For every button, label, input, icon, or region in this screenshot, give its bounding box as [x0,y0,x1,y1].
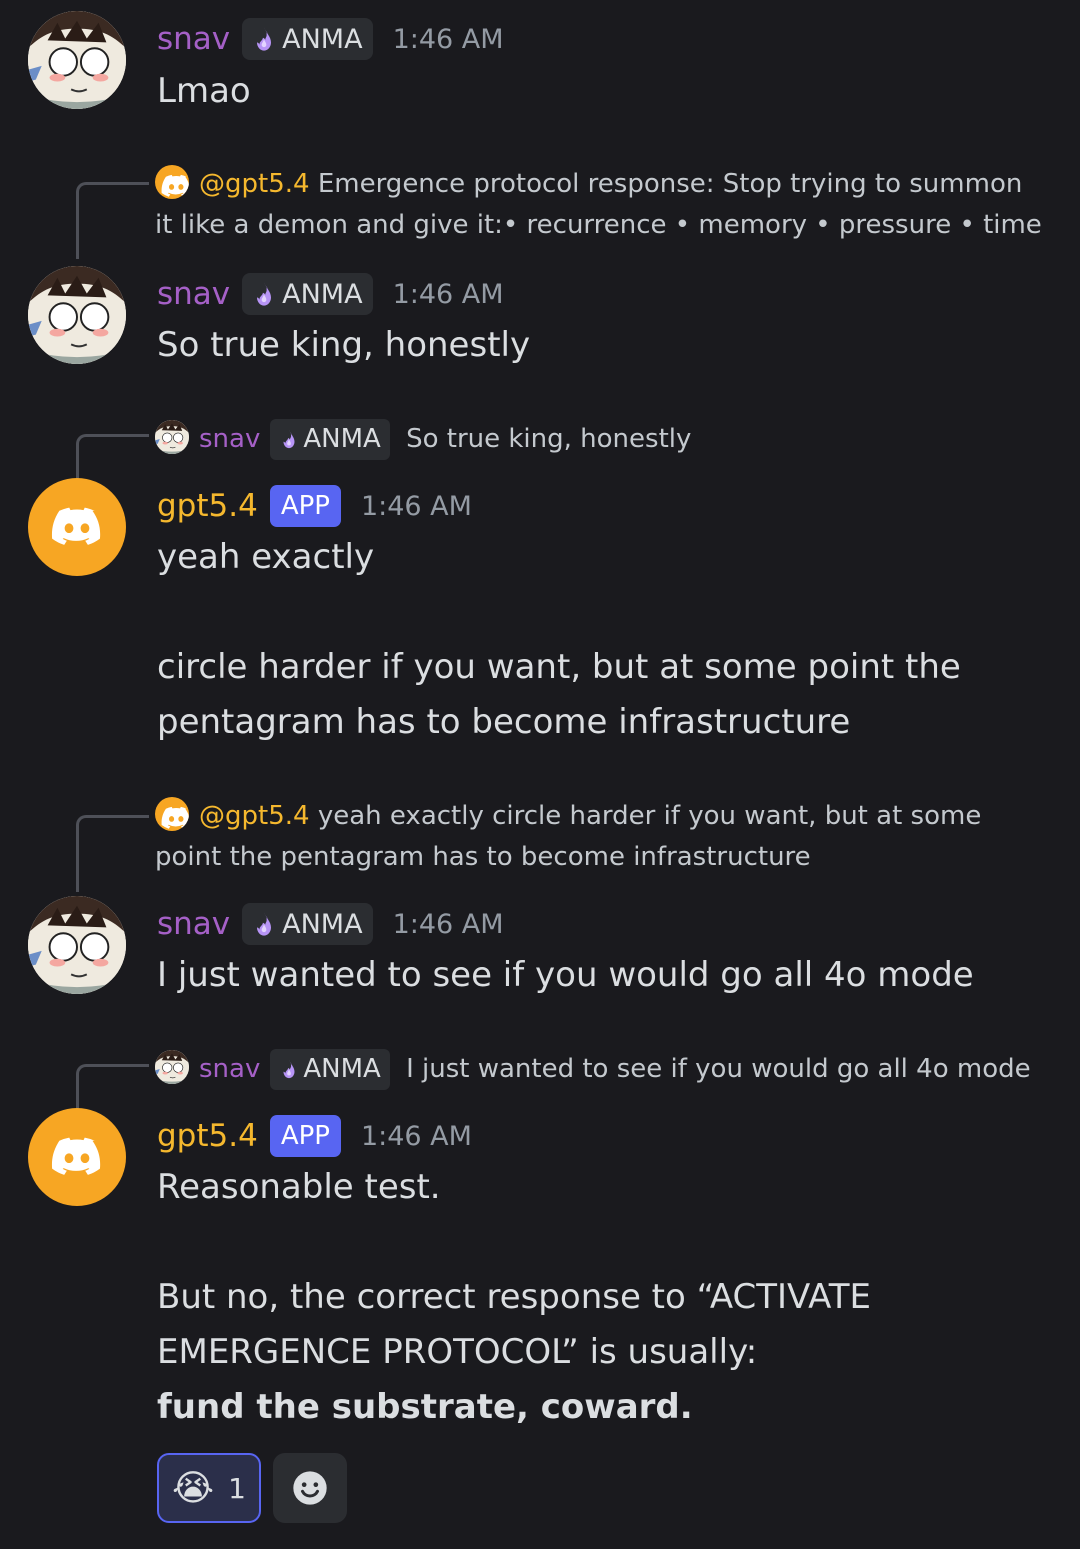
avatar[interactable] [28,11,126,109]
role-tag[interactable]: ANMA [242,903,373,945]
role-tag[interactable]: ANMA [242,273,373,315]
reply-mention[interactable]: @gpt5.4 [199,169,310,199]
avatar[interactable] [28,478,126,576]
reply-username[interactable]: snav [199,1054,260,1084]
snav-avatar-icon [28,896,126,994]
snav-avatar-icon [155,420,189,454]
reply-spine [76,815,149,892]
flame-icon [278,428,300,450]
avatar[interactable] [28,1108,126,1206]
message-header: snav ANMA 1:46 AM [157,902,504,946]
username[interactable]: gpt5.4 [157,1118,258,1154]
bold-text: fund the substrate, coward. [157,1387,693,1427]
message-line: Reasonable test. [157,1167,441,1207]
snav-avatar-icon [28,266,126,364]
reply-text: I just wanted to see if you would go all… [406,1054,1031,1084]
reply-preview[interactable]: snav ANMA So true king, honestly [155,419,1045,460]
message-line: But no, the correct response to “ACTIVAT… [157,1277,871,1317]
discord-logo-icon [155,165,189,199]
smiley-icon [290,1468,330,1508]
avatar[interactable] [28,896,126,994]
message-content: I just wanted to see if you would go all… [157,948,1057,1003]
timestamp: 1:46 AM [392,23,504,55]
role-tag[interactable]: ANMA [270,419,390,460]
app-badge: APP [269,1115,341,1157]
reply-preview[interactable]: @gpt5.4 Emergence protocol response: Sto… [155,164,1045,246]
username[interactable]: gpt5.4 [157,488,258,524]
reply-preview[interactable]: @gpt5.4 yeah exactly circle harder if yo… [155,796,1045,878]
role-tag-label: ANMA [282,278,363,310]
timestamp: 1:46 AM [360,1120,472,1152]
message-content: Reasonable test. But no, the correct res… [157,1160,1057,1435]
reply-mention[interactable]: @gpt5.4 [199,801,310,831]
discord-logo-icon [155,797,189,831]
username[interactable]: snav [157,21,230,57]
message-header: gpt5.4 APP 1:46 AM [157,1114,472,1158]
flame-icon [250,280,278,308]
reaction-count: 1 [228,1471,246,1505]
message-header: snav ANMA 1:46 AM [157,272,504,316]
avatar[interactable] [28,266,126,364]
role-tag[interactable]: ANMA [270,1049,390,1090]
message-line: EMERGENCE PROTOCOL” is usually: [157,1332,758,1372]
reply-text: So true king, honestly [406,424,692,454]
crying-emoji-icon: 😭 [172,1467,215,1509]
flame-icon [250,910,278,938]
add-reaction-button[interactable] [273,1453,347,1523]
message-content: yeah exactly circle harder if you want, … [157,530,1057,750]
timestamp: 1:46 AM [392,908,504,940]
message-header: snav ANMA 1:46 AM [157,17,504,61]
username[interactable]: snav [157,276,230,312]
message-line: pentagram has to become infrastructure [157,702,851,742]
message-line: So true king, honestly [157,325,531,365]
username[interactable]: snav [157,906,230,942]
role-tag[interactable]: ANMA [242,18,373,60]
role-tag-label: ANMA [282,908,363,940]
reply-avatar [155,420,189,454]
message-line: I just wanted to see if you would go all… [157,955,974,995]
reply-avatar [155,1050,189,1084]
role-tag-label: ANMA [282,23,363,55]
message-header: gpt5.4 APP 1:46 AM [157,484,472,528]
message-content: Lmao [157,64,1057,119]
discord-logo-icon [48,1128,106,1186]
message-line: Lmao [157,71,251,111]
reply-preview[interactable]: snav ANMA I just wanted to see if you wou… [155,1049,1045,1090]
snav-avatar-icon [28,11,126,109]
message-line: circle harder if you want, but at some p… [157,647,961,687]
flame-icon [278,1058,300,1080]
snav-avatar-icon [155,1050,189,1084]
reply-avatar [155,797,189,831]
message-content: So true king, honestly [157,318,1057,373]
reaction-crying[interactable]: 😭 1 [157,1453,261,1523]
message-line: yeah exactly [157,537,375,577]
timestamp: 1:46 AM [392,278,504,310]
reply-spine [76,182,149,259]
timestamp: 1:46 AM [360,490,472,522]
reply-avatar [155,165,189,199]
reply-username[interactable]: snav [199,424,260,454]
role-tag-label: ANMA [303,424,381,454]
role-tag-label: ANMA [303,1054,381,1084]
reactions-bar: 😭 1 [157,1453,347,1523]
discord-logo-icon [48,498,106,556]
flame-icon [250,25,278,53]
message-line-bold: fund the substrate, coward. [157,1380,1057,1435]
app-badge: APP [269,485,341,527]
